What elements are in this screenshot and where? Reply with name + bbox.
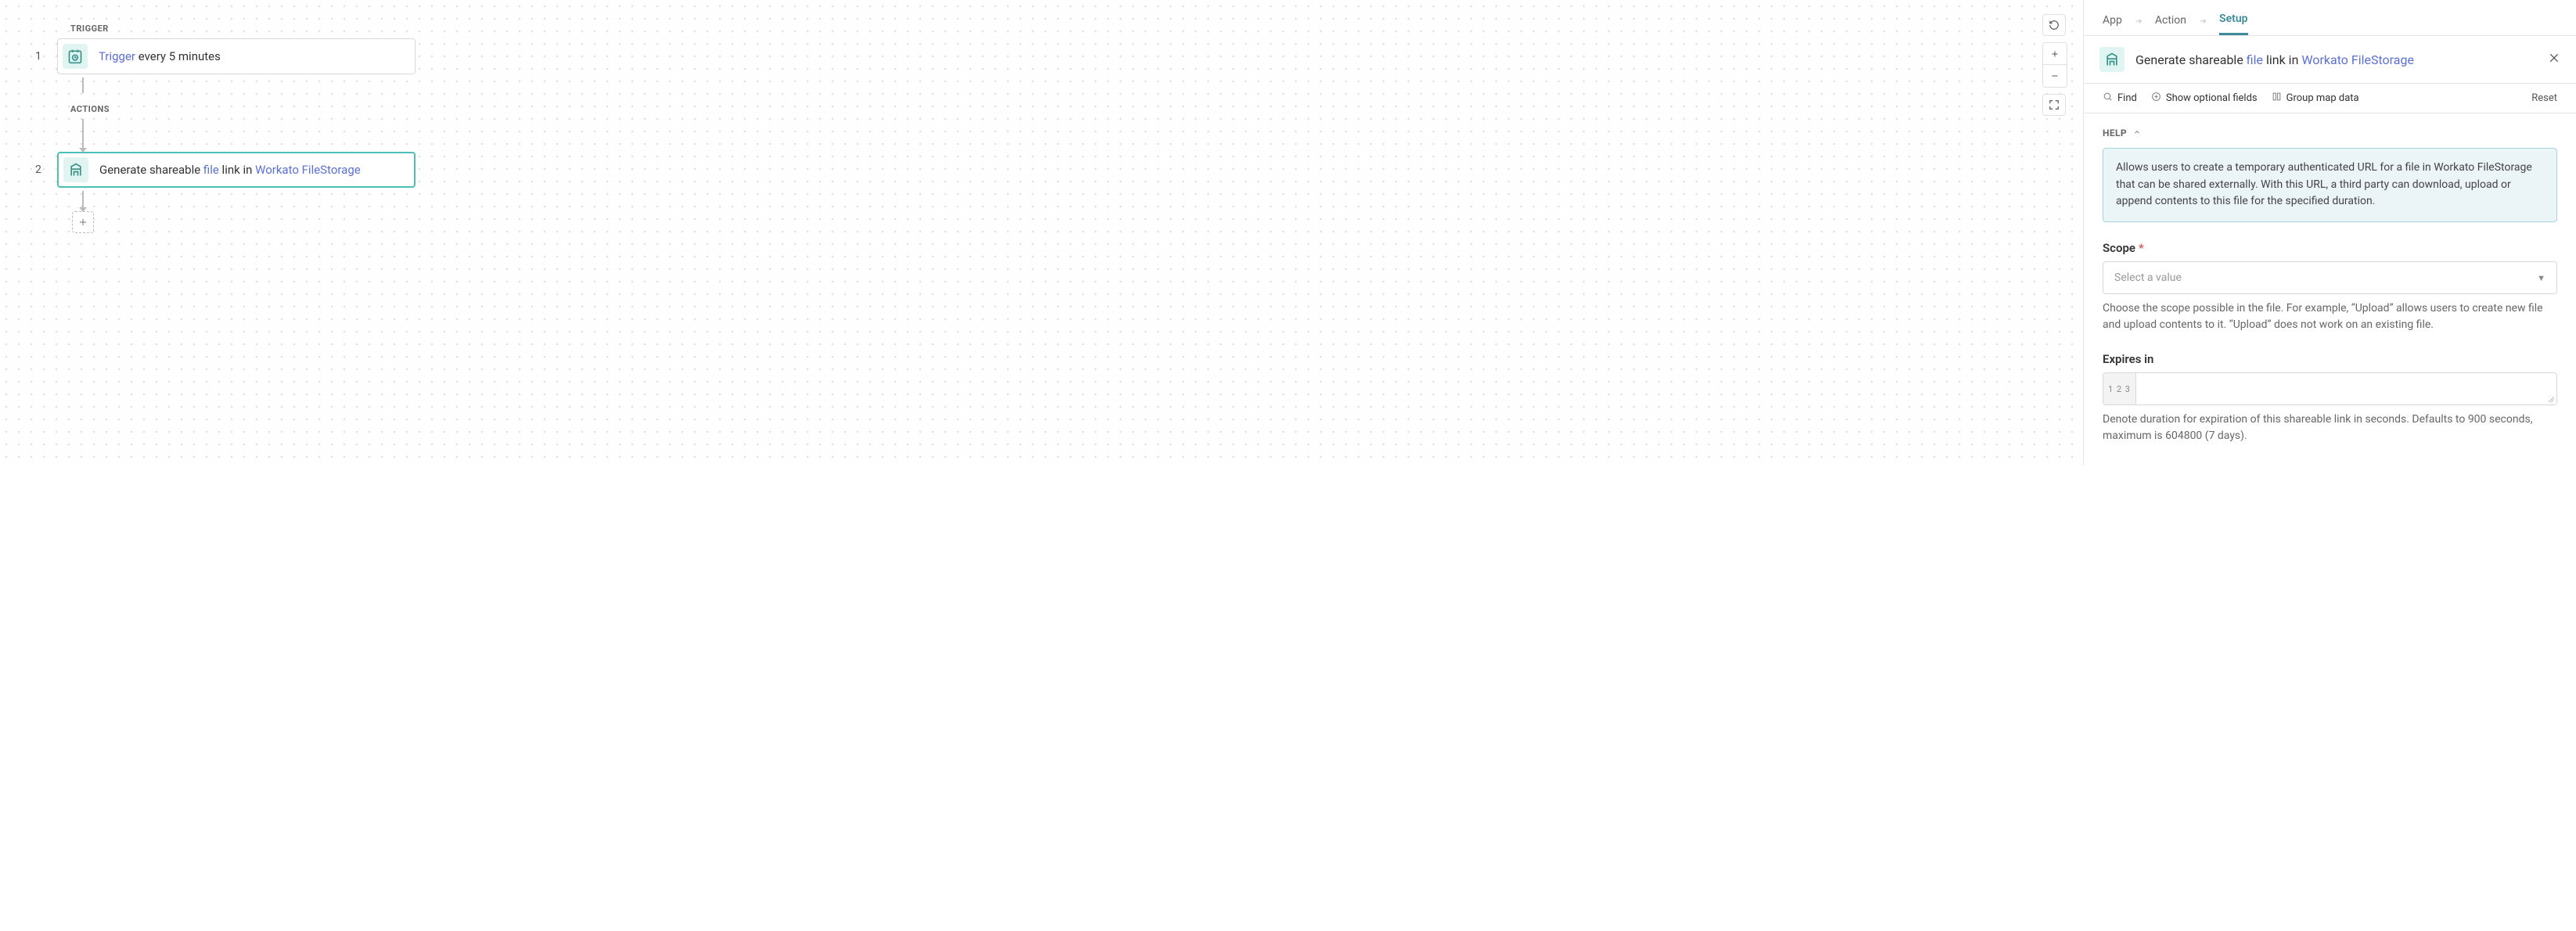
config-panel: App Action Setup Generate shareable file… bbox=[2083, 0, 2576, 466]
recipe-canvas: TRIGGER 1 Trigger every 5 minutes ACTION… bbox=[0, 0, 2083, 466]
chevron-down-icon: ▼ bbox=[2537, 273, 2545, 283]
filestorage-icon bbox=[2099, 47, 2124, 72]
trigger-step-text: Trigger every 5 minutes bbox=[99, 49, 221, 63]
clock-icon bbox=[63, 44, 88, 69]
add-step-button[interactable] bbox=[72, 211, 94, 233]
breadcrumb-action[interactable]: Action bbox=[2155, 9, 2186, 34]
undo-button[interactable] bbox=[2042, 14, 2066, 36]
expires-label: Expires in bbox=[2103, 352, 2557, 366]
find-button[interactable]: Find bbox=[2103, 92, 2137, 105]
action-step-card[interactable]: Generate shareable file link in Workato … bbox=[57, 152, 416, 188]
scope-select[interactable]: Select a value ▼ bbox=[2103, 261, 2557, 294]
number-type-icon: 1 2 3 bbox=[2103, 373, 2136, 404]
actions-section-label: ACTIONS bbox=[70, 104, 2048, 114]
help-toggle[interactable]: HELP bbox=[2103, 128, 2557, 138]
connector-line bbox=[82, 77, 84, 93]
scope-hint: Choose the scope possible in the file. F… bbox=[2103, 300, 2557, 333]
group-map-button[interactable]: Group map data bbox=[2272, 92, 2359, 105]
map-icon bbox=[2272, 92, 2282, 105]
reset-button[interactable]: Reset bbox=[2531, 92, 2557, 104]
scope-label: Scope* bbox=[2103, 241, 2557, 255]
zoom-in-button[interactable] bbox=[2043, 43, 2067, 65]
fit-screen-button[interactable] bbox=[2042, 94, 2066, 116]
search-icon bbox=[2103, 92, 2113, 105]
close-button[interactable] bbox=[2548, 52, 2560, 68]
help-text: Allows users to create a temporary authe… bbox=[2103, 148, 2557, 222]
chevron-right-icon bbox=[2197, 16, 2208, 28]
trigger-section-label: TRIGGER bbox=[70, 23, 2048, 34]
expires-hint: Denote duration for expiration of this s… bbox=[2103, 412, 2557, 444]
resize-handle-icon[interactable] bbox=[2547, 395, 2555, 403]
chevron-up-icon bbox=[2133, 128, 2141, 138]
step-number: 1 bbox=[35, 50, 43, 63]
chevron-right-icon bbox=[2133, 16, 2144, 28]
breadcrumb-app[interactable]: App bbox=[2103, 9, 2122, 34]
connector-arrow bbox=[82, 119, 84, 152]
trigger-step-card[interactable]: Trigger every 5 minutes bbox=[57, 38, 416, 74]
step-number: 2 bbox=[35, 164, 43, 176]
breadcrumb-setup[interactable]: Setup bbox=[2219, 8, 2247, 35]
connector-arrow bbox=[82, 191, 84, 211]
panel-title: Generate shareable file link in Workato … bbox=[2135, 52, 2537, 67]
filestorage-icon bbox=[63, 157, 88, 182]
plus-circle-icon bbox=[2151, 92, 2161, 105]
expires-input[interactable] bbox=[2136, 373, 2556, 404]
show-optional-button[interactable]: Show optional fields bbox=[2151, 92, 2258, 105]
zoom-out-button[interactable] bbox=[2043, 65, 2067, 87]
action-step-text: Generate shareable file link in Workato … bbox=[99, 163, 361, 177]
